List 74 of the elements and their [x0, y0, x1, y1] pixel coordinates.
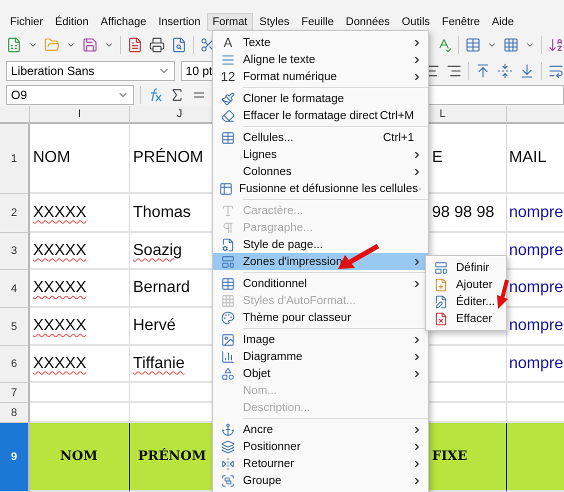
group-icon: [221, 474, 235, 488]
menu-item[interactable]: Cloner le formatage: [213, 90, 428, 107]
row-header[interactable]: 4: [0, 270, 30, 308]
menu-item[interactable]: Effacer: [426, 310, 506, 327]
table-cell: NOM: [30, 124, 130, 194]
menu-item[interactable]: Zones d'impression: [213, 253, 428, 270]
menu-title[interactable]: Fenêtre: [436, 13, 486, 31]
sort-icon[interactable]: [548, 37, 564, 53]
page-cross-icon: [434, 312, 448, 326]
menu-glyph-icon: 12: [220, 69, 236, 84]
bar-chart-icon: [221, 350, 235, 364]
menu-title[interactable]: Affichage: [94, 13, 152, 31]
eraser-icon: [221, 108, 235, 122]
menu-item[interactable]: Définir: [426, 259, 506, 276]
menu-item[interactable]: A Texte: [213, 34, 428, 51]
row-header[interactable]: 9: [0, 423, 30, 492]
font-name-field[interactable]: Liberation Sans: [6, 61, 175, 81]
table-cell: XXXXX: [30, 346, 130, 383]
menu-item[interactable]: Ajouter: [426, 276, 506, 293]
grid-icon[interactable]: [503, 37, 520, 53]
table-icon: [219, 182, 233, 196]
table-icon: [221, 276, 235, 290]
row-header[interactable]: 1: [0, 124, 30, 194]
table-icon[interactable]: [465, 37, 482, 53]
menu-glyph-icon: A: [224, 35, 232, 50]
pilcrow-icon: [221, 220, 235, 234]
menu-title[interactable]: Fichier: [4, 13, 50, 31]
menu-title[interactable]: Format: [206, 13, 254, 31]
print-preview-icon[interactable]: [170, 37, 187, 53]
table-cell: XXXXX: [30, 233, 130, 270]
print-icon[interactable]: [148, 37, 165, 53]
row-header[interactable]: 2: [0, 194, 30, 233]
align-right-icon[interactable]: [446, 63, 462, 79]
menu-title[interactable]: Styles: [253, 13, 296, 31]
row-header[interactable]: 3: [0, 233, 30, 270]
grid-icon: [221, 294, 235, 308]
flip-icon: [221, 456, 235, 470]
table-cell: XXXXX: [30, 194, 130, 233]
page-gear-icon: [221, 238, 235, 252]
menu-title[interactable]: Édition: [49, 13, 95, 31]
table-icon: [221, 130, 235, 144]
page-plus-icon: [434, 278, 448, 292]
row-header[interactable]: 8: [0, 403, 30, 423]
menu-title[interactable]: Données: [340, 13, 396, 31]
lines-icon: [221, 52, 235, 66]
shapes-icon: [221, 366, 235, 380]
anchor-icon: [221, 422, 235, 436]
menu-title[interactable]: Feuille: [295, 13, 340, 31]
type-icon: [221, 204, 235, 218]
column-header[interactable]: I: [30, 106, 130, 124]
wrap-text-icon[interactable]: [548, 63, 564, 79]
page-layout-icon: [221, 254, 235, 268]
menu-title[interactable]: Insertion: [152, 13, 207, 31]
palette-icon: [221, 310, 235, 324]
table-cell: XXXXX: [30, 270, 130, 308]
pdf-icon[interactable]: [126, 37, 143, 53]
paintbrush-icon: [221, 92, 235, 106]
table-cell: XXXXX: [30, 308, 130, 346]
arrow-icon: [497, 280, 509, 309]
row-header[interactable]: 5: [0, 308, 30, 346]
name-box[interactable]: O9: [6, 85, 134, 105]
layers-icon: [221, 440, 235, 454]
page-pen-icon: [434, 294, 448, 308]
save-icon[interactable]: [82, 37, 98, 53]
spreadsheet-icon[interactable]: [6, 37, 22, 53]
table-cell: NOM: [30, 423, 130, 492]
align-middle-icon[interactable]: [497, 63, 514, 79]
menu-item[interactable]: Éditer...: [426, 293, 506, 310]
menu-title[interactable]: Outils: [396, 13, 436, 31]
row-header[interactable]: 6: [0, 346, 30, 383]
menu-title[interactable]: Aide: [486, 13, 520, 31]
image-icon: [221, 332, 235, 346]
row-header[interactable]: 7: [0, 383, 30, 403]
page-layout-icon: [434, 260, 448, 274]
